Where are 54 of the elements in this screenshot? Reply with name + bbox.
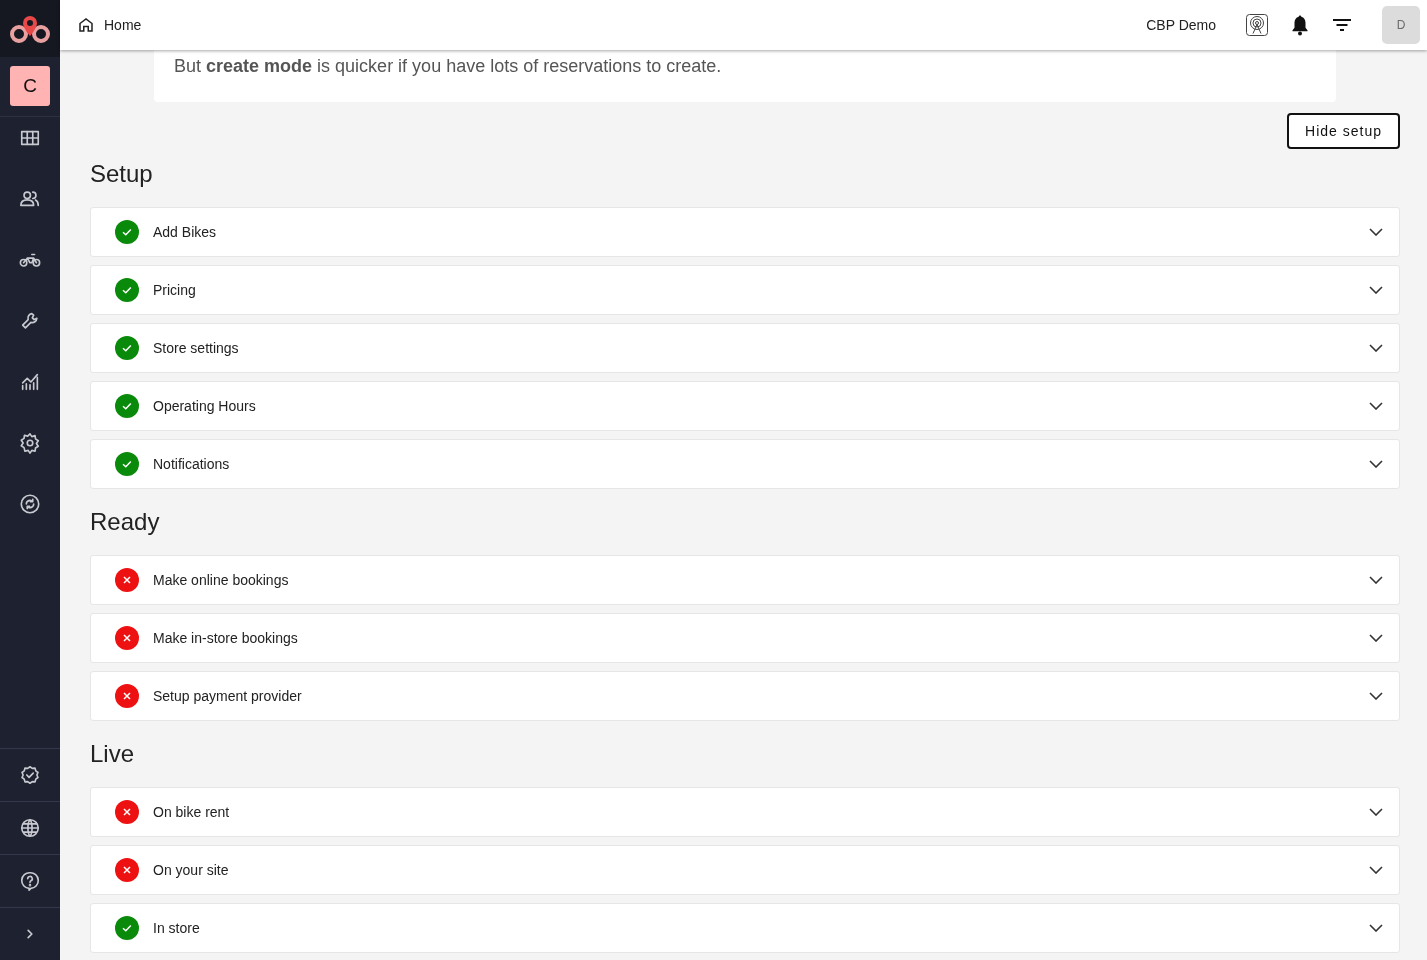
logo-icon[interactable]	[9, 13, 51, 44]
filter-icon[interactable]	[1332, 17, 1352, 33]
account-name: CBP Demo	[1146, 17, 1216, 33]
chevron-down-icon[interactable]	[1369, 286, 1383, 294]
checklist-item[interactable]: In store	[90, 903, 1400, 953]
checklist-item[interactable]: Notifications	[90, 439, 1400, 489]
checklist-item[interactable]: Store settings	[90, 323, 1400, 373]
chevron-down-icon[interactable]	[1369, 228, 1383, 236]
checklist-item[interactable]: Operating Hours	[90, 381, 1400, 431]
item-label: Setup payment provider	[153, 688, 303, 704]
section-title: Ready	[90, 507, 161, 537]
checklist-item[interactable]: Make in-store bookings	[90, 613, 1400, 663]
chevron-down-icon[interactable]	[1369, 924, 1383, 932]
item-label: On your site	[153, 862, 230, 878]
help-icon[interactable]	[19, 870, 41, 892]
user-avatar[interactable]: D	[1382, 6, 1420, 44]
chevron-down-icon[interactable]	[1369, 808, 1383, 816]
item-label: On bike rent	[153, 804, 231, 820]
sync-icon[interactable]	[19, 493, 41, 515]
chevron-down-icon[interactable]	[1369, 402, 1383, 410]
chart-icon[interactable]	[19, 371, 41, 393]
item-label: Pricing	[153, 282, 197, 298]
globe-icon[interactable]	[19, 817, 41, 839]
gear-icon[interactable]	[19, 432, 41, 454]
checklist-item[interactable]: Pricing	[90, 265, 1400, 315]
store-avatar[interactable]: C	[10, 66, 50, 106]
checklist-item[interactable]: Setup payment provider	[90, 671, 1400, 721]
item-label: Operating Hours	[153, 398, 257, 414]
item-label: Make online bookings	[153, 572, 290, 588]
badge-check-icon[interactable]	[19, 764, 41, 786]
section-title: Live	[90, 739, 136, 769]
section-title: Setup	[90, 159, 154, 189]
chevron-down-icon[interactable]	[1369, 634, 1383, 642]
item-label: Make in-store bookings	[153, 630, 299, 646]
chevron-down-icon[interactable]	[1369, 460, 1383, 468]
checklist-item[interactable]: Make online bookings	[90, 555, 1400, 605]
item-label: Add Bikes	[153, 224, 218, 240]
chevron-down-icon[interactable]	[1369, 692, 1383, 700]
chevron-down-icon[interactable]	[1369, 866, 1383, 874]
checklist-item[interactable]: On bike rent	[90, 787, 1400, 837]
broadcast-icon[interactable]	[1246, 14, 1268, 36]
home-icon	[77, 16, 95, 34]
bell-icon[interactable]	[1290, 14, 1310, 36]
item-label: Store settings	[153, 340, 240, 356]
item-label: In store	[153, 920, 201, 936]
chevron-down-icon[interactable]	[1369, 576, 1383, 584]
home-link[interactable]: Home	[77, 16, 142, 34]
chevron-down-icon[interactable]	[1369, 344, 1383, 352]
checklist-item[interactable]: Add Bikes	[90, 207, 1400, 257]
intro-text: But create mode is quicker if you have lots of reservations to create.	[174, 56, 723, 77]
wrench-icon[interactable]	[19, 310, 41, 332]
hide-setup-button[interactable]: Hide setup	[1287, 113, 1400, 149]
checklist-item[interactable]: On your site	[90, 845, 1400, 895]
item-label: Notifications	[153, 456, 231, 472]
